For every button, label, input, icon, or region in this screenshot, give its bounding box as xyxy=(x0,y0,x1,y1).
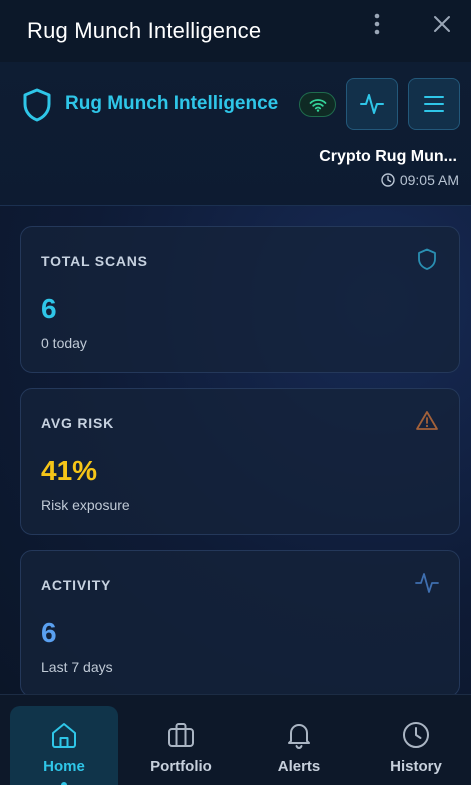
brand-name: Rug Munch Intelligence xyxy=(65,93,279,114)
window-titlebar: Rug Munch Intelligence xyxy=(0,0,471,62)
bell-icon xyxy=(288,724,310,750)
dashboard-content[interactable]: TOTAL SCANS 6 0 today AVG RISK 41% Risk … xyxy=(0,206,471,694)
stat-value: 41% xyxy=(41,455,98,486)
stat-label: ACTIVITY xyxy=(41,577,112,593)
connection-status-badge xyxy=(299,92,336,117)
current-time: 09:05 AM xyxy=(399,172,459,188)
home-icon xyxy=(52,723,76,748)
menu-button[interactable] xyxy=(408,78,460,130)
pulse-icon xyxy=(360,94,384,114)
stat-card-total-scans[interactable]: TOTAL SCANS 6 0 today xyxy=(20,226,460,373)
stat-subtext: 0 today xyxy=(41,335,87,351)
app-header: Rug Munch Intelligence Crypto Rug Mun...… xyxy=(0,62,471,206)
activity-button[interactable] xyxy=(346,78,398,130)
time-display: 09:05 AM xyxy=(381,172,459,188)
stat-value: 6 xyxy=(41,617,57,648)
nav-item-alerts[interactable]: Alerts xyxy=(245,706,353,785)
nav-item-portfolio[interactable]: Portfolio xyxy=(127,706,235,785)
kebab-vertical-icon[interactable] xyxy=(369,12,385,36)
briefcase-icon xyxy=(168,723,194,747)
stat-label: AVG RISK xyxy=(41,415,115,431)
nav-label: Portfolio xyxy=(150,758,212,775)
nav-label: Home xyxy=(43,758,85,775)
stat-label: TOTAL SCANS xyxy=(41,253,148,269)
warning-icon xyxy=(416,411,438,430)
shield-icon xyxy=(23,88,51,122)
pulse-icon xyxy=(415,573,439,593)
nav-label: History xyxy=(390,758,442,775)
nav-item-home[interactable]: Home xyxy=(10,706,118,785)
stat-subtext: Last 7 days xyxy=(41,659,113,675)
window-title: Rug Munch Intelligence xyxy=(27,18,262,43)
wifi-icon xyxy=(309,98,326,112)
clock-icon xyxy=(403,722,429,748)
stat-card-avg-risk[interactable]: AVG RISK 41% Risk exposure xyxy=(20,388,460,535)
stat-value: 6 xyxy=(41,293,57,324)
nav-item-history[interactable]: History xyxy=(362,706,470,785)
close-icon[interactable] xyxy=(431,13,453,35)
bottom-nav: Home Portfolio Alerts History xyxy=(0,694,471,785)
clock-icon xyxy=(381,173,395,187)
nav-label: Alerts xyxy=(277,758,321,775)
shield-icon xyxy=(418,248,436,270)
account-name: Crypto Rug Mun... xyxy=(319,148,457,165)
stat-card-activity[interactable]: ACTIVITY 6 Last 7 days xyxy=(20,550,460,694)
hamburger-icon xyxy=(424,96,444,112)
stat-subtext: Risk exposure xyxy=(41,497,130,513)
